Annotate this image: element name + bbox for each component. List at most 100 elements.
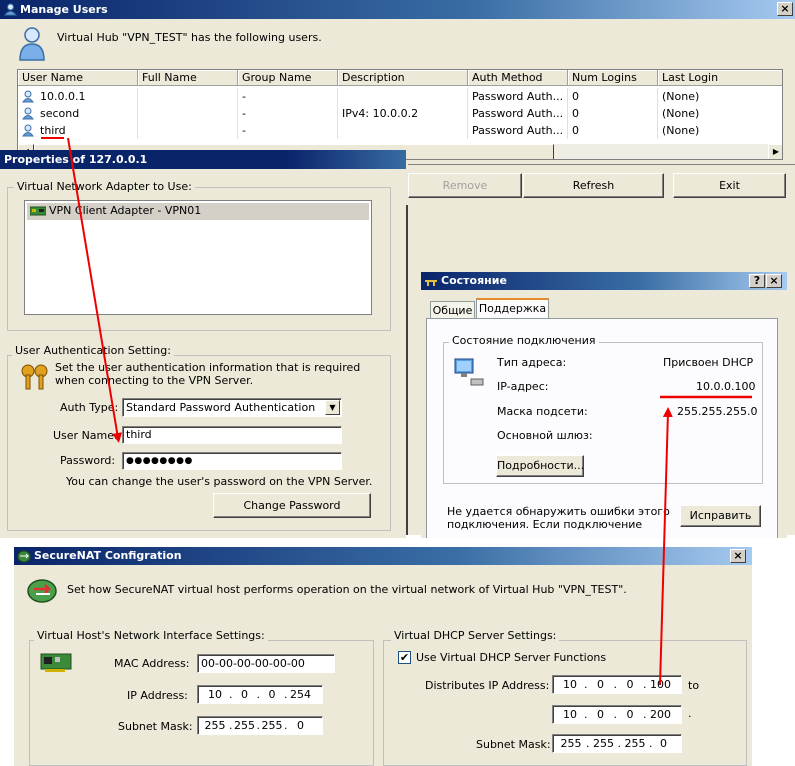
manage-users-description: Virtual Hub "VPN_TEST" has the following… [57,31,322,44]
auth-type-value: Standard Password Authentication [126,401,316,414]
user-icon [22,124,34,137]
ip-address-label: IP Address: [127,689,188,702]
window-title: Manage Users [20,3,108,16]
column-header-num-logins[interactable]: Num Logins [568,70,658,86]
column-header-auth-method[interactable]: Auth Method [468,70,568,86]
user-name-label: User Name: [53,429,118,442]
use-dhcp-label[interactable]: Use Virtual DHCP Server Functions [416,651,606,664]
user-name-field[interactable]: third [122,426,342,444]
list-item[interactable]: VPN Client Adapter - VPN01 [27,203,369,220]
table-row[interactable]: second - IPv4: 10.0.0.2 Password Auth...… [18,105,782,122]
help-icon[interactable]: ? [749,274,765,288]
subnet-mask-value: 255.255.255.0 [677,405,758,418]
window-title: Properties of 127.0.0.1 [4,153,148,166]
exit-button[interactable]: Exit [673,173,786,198]
cell-num-logins: 0 [568,88,658,105]
user-icon [22,90,34,103]
column-header-group-name[interactable]: Group Name [238,70,338,86]
gateway-label: Основной шлюз: [497,429,593,442]
cell-description [338,122,468,139]
properties-window: Properties of 127.0.0.1 Virtual Network … [0,150,406,538]
securenat-titlebar: SecureNAT Configration [14,547,752,565]
password-field[interactable]: ●●●●●●●● [122,452,342,470]
distributes-label: Distributes IP Address: [425,679,550,692]
error-text-cut: ... [447,531,458,538]
cell-full-name [138,88,238,105]
nat-icon [17,550,31,563]
column-header-user-name[interactable]: User Name [18,70,138,86]
tab-support-label: Поддержка [478,302,547,315]
tab-general-label: Общие [432,304,473,317]
column-header-full-name[interactable]: Full Name [138,70,238,86]
cell-last-login: (None) [658,105,782,122]
cell-full-name [138,105,238,122]
dhcp-range-start-field[interactable]: 10. 0. 0. 100 [552,675,682,694]
properties-titlebar: Properties of 127.0.0.1 [0,150,406,169]
cell-user-name: second [36,105,138,122]
cell-group-name: - [238,88,338,105]
subnet-mask-field[interactable]: 255. 255. 255. 0 [197,716,323,735]
securenat-window: SecureNAT Configration × Set how SecureN… [14,547,752,766]
refresh-button[interactable]: Refresh [523,173,664,198]
scroll-right-icon[interactable]: ▶ [768,144,782,159]
column-header-last-login[interactable]: Last Login [658,70,782,86]
cell-user-name: 10.0.0.1 [36,88,138,105]
cell-description: IPv4: 10.0.0.2 [338,105,468,122]
users-large-icon [19,27,45,61]
auth-group-label: User Authentication Setting: [12,344,174,357]
address-type-label: Тип адреса: [497,356,567,369]
divider [408,164,795,165]
user-icon [22,107,34,120]
users-table[interactable]: User Name Full Name Group Name Descripti… [17,69,783,160]
dhcp-settings-label: Virtual DHCP Server Settings: [391,629,560,642]
change-password-button[interactable]: Change Password [213,493,371,518]
fix-button[interactable]: Исправить [680,505,761,527]
details-button[interactable]: Подробности... [496,455,584,477]
address-type-value: Присвоен DHCP [663,356,754,369]
table-row[interactable]: 10.0.0.1 - Password Auth... 0 (None) [18,88,782,105]
cell-auth-method: Password Auth... [468,122,568,139]
cell-auth-method: Password Auth... [468,88,568,105]
cell-auth-method: Password Auth... [468,105,568,122]
tab-general[interactable]: Общие [430,301,475,319]
table-row[interactable]: third - Password Auth... 0 (None) [18,122,782,139]
ip-address-field[interactable]: 10. 0. 0. 254 [197,685,323,704]
window-title: Состояние [441,274,507,287]
cell-last-login: (None) [658,122,782,139]
auth-type-select[interactable]: Standard Password Authentication ▼ [122,398,342,417]
auth-type-label: Auth Type: [60,401,119,414]
status-titlebar: Состояние [421,272,787,290]
cell-group-name: - [238,105,338,122]
mac-address-field[interactable]: 00-00-00-00-00-00 [197,654,335,673]
manage-users-titlebar: Manage Users [0,0,795,19]
password-label: Password: [60,454,116,467]
connection-status-label: Состояние подключения [449,334,599,347]
dhcp-range-end-field[interactable]: 10. 0. 0. 200 [552,705,682,724]
adapter-group-label: Virtual Network Adapter to Use: [14,180,195,193]
network-adapter-icon [30,206,46,216]
window-title: SecureNAT Configration [34,549,182,562]
tab-support[interactable]: Поддержка [476,298,549,319]
dhcp-subnet-mask-field[interactable]: 255. 255. 255. 0 [552,734,682,753]
network-card-icon [40,653,72,672]
status-window: Состояние ? × Общие Поддержка Состояние … [421,272,787,538]
adapter-list[interactable]: VPN Client Adapter - VPN01 [24,200,372,315]
close-icon[interactable]: × [766,274,782,288]
keys-icon [21,364,48,390]
remove-button[interactable]: Remove [408,173,522,198]
column-header-description[interactable]: Description [338,70,468,86]
dhcp-subnet-mask-label: Subnet Mask: [476,738,551,751]
cell-num-logins: 0 [568,105,658,122]
securenat-description: Set how SecureNAT virtual host performs … [67,583,627,596]
subnet-mask-label: Маска подсети: [497,405,588,418]
network-icon [425,280,437,286]
close-icon[interactable]: × [730,549,746,563]
cell-num-logins: 0 [568,122,658,139]
chevron-down-icon[interactable]: ▼ [325,400,340,415]
ip-address-value: 10.0.0.100 [696,380,756,393]
cell-last-login: (None) [658,88,782,105]
cell-full-name [138,122,238,139]
use-dhcp-checkbox[interactable]: ✔ [398,651,411,664]
user-icon [4,3,17,16]
close-icon[interactable]: × [777,2,793,16]
